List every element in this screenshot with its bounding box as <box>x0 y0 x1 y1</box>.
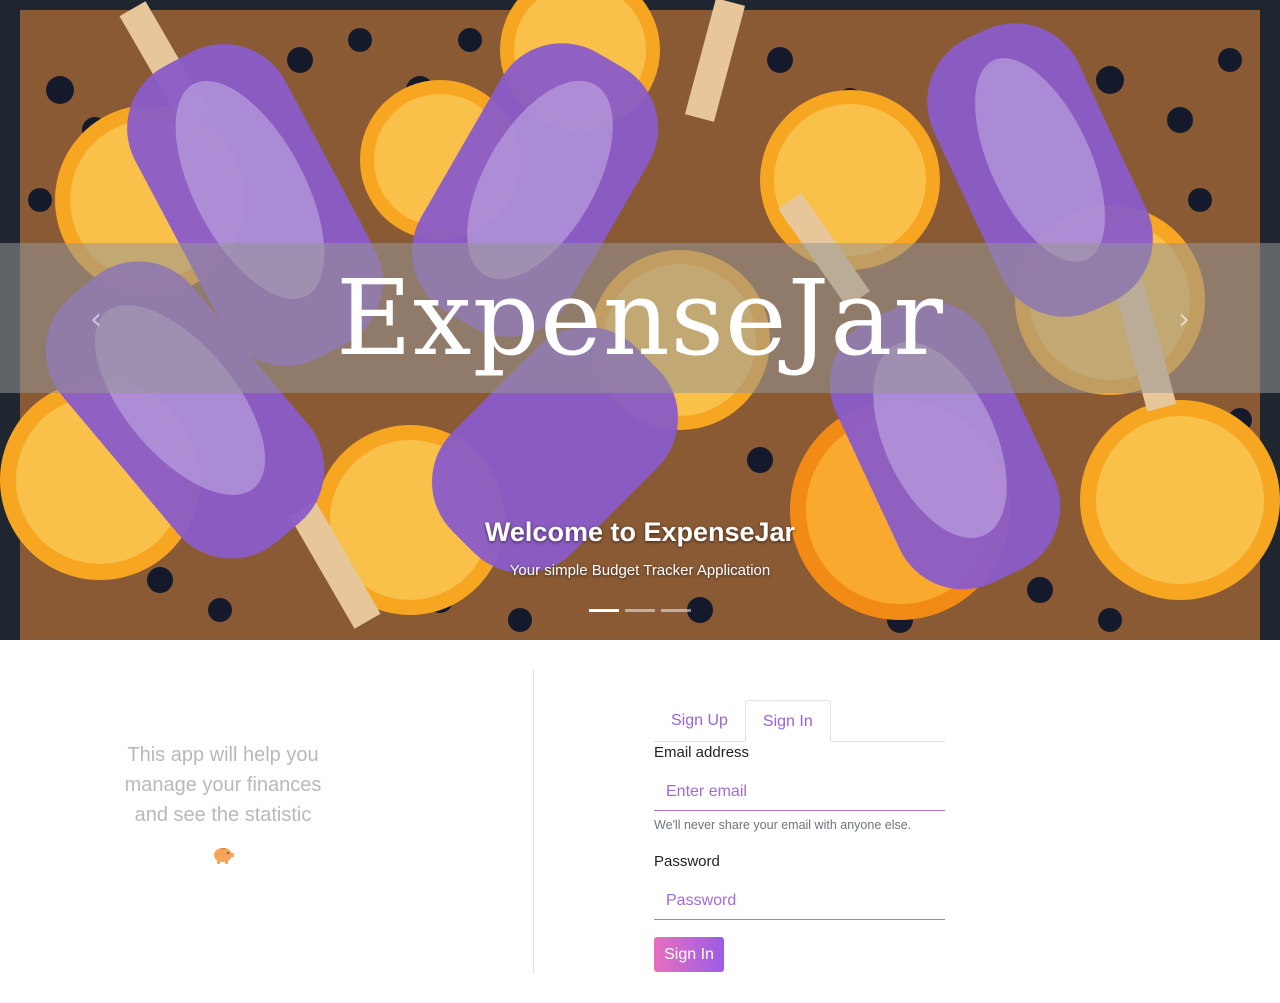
email-field[interactable] <box>654 773 945 811</box>
carousel-caption-heading: Welcome to ExpenseJar <box>484 517 796 547</box>
carousel-prev-button[interactable]: ‹ <box>76 300 116 340</box>
sign-in-button[interactable]: Sign In <box>654 937 724 972</box>
hero-title: ExpenseJar <box>336 257 944 379</box>
email-help-text: We'll never share your email with anyone… <box>654 818 912 832</box>
description-line: This app will help you <box>127 744 319 766</box>
carousel-indicator[interactable] <box>625 609 655 612</box>
hero-carousel: ExpenseJar ‹ › Welcome to ExpenseJar You… <box>0 0 1280 640</box>
tab-sign-up[interactable]: Sign Up <box>654 700 745 741</box>
auth-tabs: Sign Up Sign In <box>654 700 945 742</box>
piggy-bank-icon <box>214 848 234 864</box>
carousel-next-button[interactable]: › <box>1164 300 1204 340</box>
chevron-right-icon: › <box>1178 302 1190 337</box>
email-label: Email address <box>654 744 750 761</box>
carousel-caption-text: Your simple Budget Tracker Application <box>509 562 771 579</box>
carousel-indicators <box>589 609 691 612</box>
chevron-left-icon: ‹ <box>90 302 102 337</box>
tab-sign-in[interactable]: Sign In <box>744 700 831 742</box>
password-field[interactable] <box>654 882 945 920</box>
description-line: manage your finances <box>124 774 322 796</box>
password-label: Password <box>654 853 720 870</box>
carousel-indicator[interactable] <box>661 609 691 612</box>
carousel-indicator[interactable] <box>589 609 619 612</box>
description-line: and see the statistic <box>134 804 312 826</box>
app-description: This app will help you manage your finan… <box>90 740 356 866</box>
column-divider <box>533 670 534 974</box>
